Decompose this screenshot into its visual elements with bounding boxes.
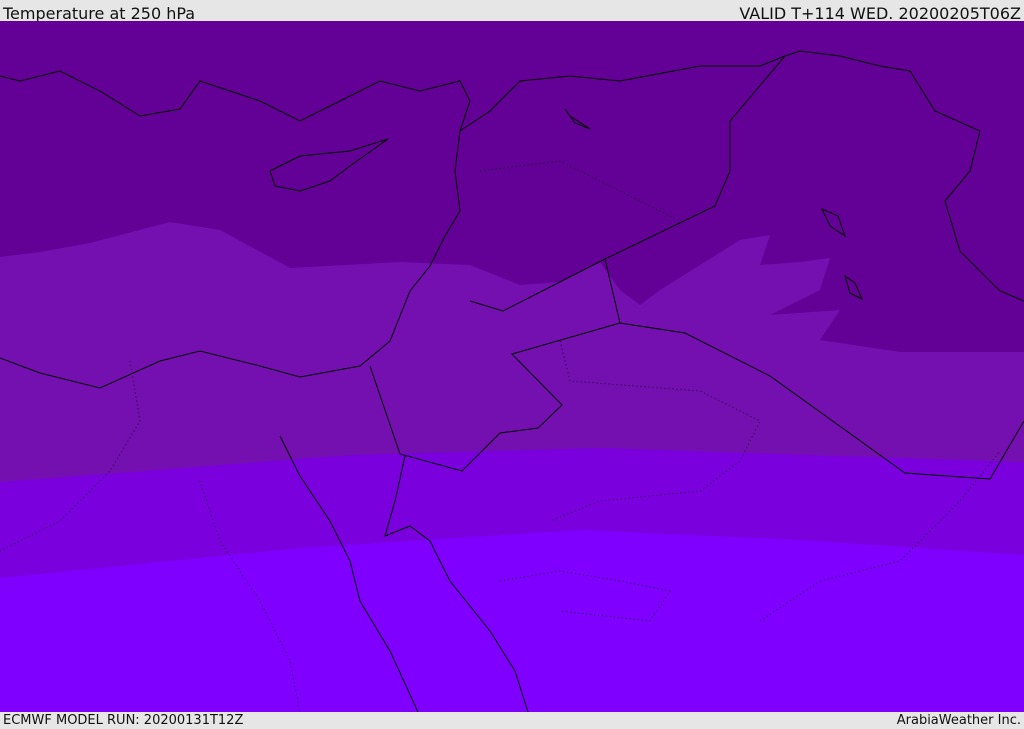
temperature-map [0, 21, 1024, 712]
credit: ArabiaWeather Inc. [896, 713, 1021, 728]
header-bar: Temperature at 250 hPa VALID T+114 WED. … [0, 0, 1024, 23]
model-run: ECMWF MODEL RUN: 20200131T12Z [3, 713, 244, 728]
footer-bar: ECMWF MODEL RUN: 20200131T12Z ArabiaWeat… [0, 712, 1024, 729]
